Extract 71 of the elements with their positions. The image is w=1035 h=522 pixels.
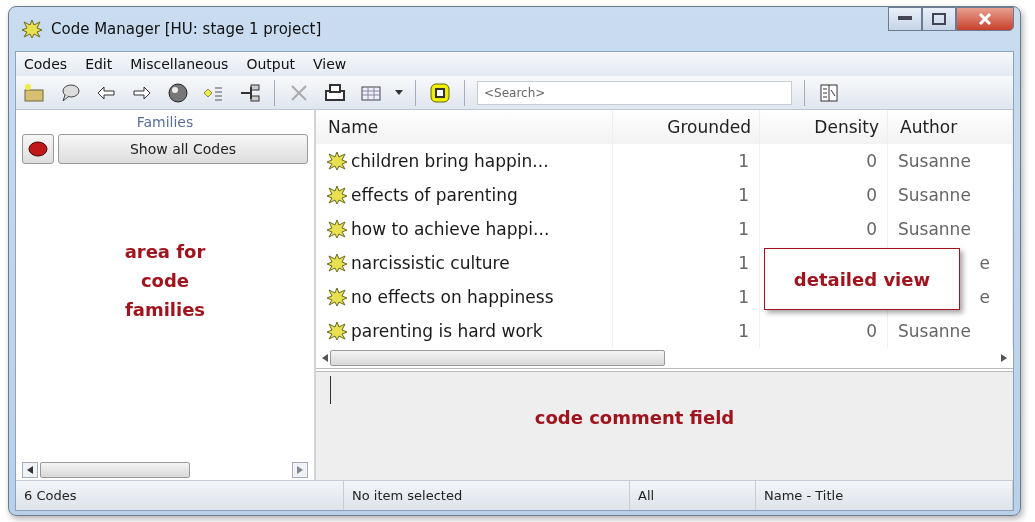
scroll-right-button[interactable]: [292, 462, 308, 478]
annotation: code comment field: [534, 406, 735, 430]
status-text: All: [638, 488, 655, 503]
density-count: 0: [866, 321, 877, 341]
caret-icon[interactable]: [395, 90, 403, 95]
code-name[interactable]: narcissistic culture: [351, 253, 510, 273]
column-header[interactable]: Name: [316, 110, 613, 144]
panel-icon[interactable]: [817, 81, 841, 104]
scroll-left-button[interactable]: [22, 462, 38, 478]
code-icon: [326, 219, 348, 239]
menu-item[interactable]: Codes: [24, 56, 68, 72]
author-name: e: [979, 253, 990, 273]
search-field[interactable]: <Search>: [477, 80, 792, 105]
oval-icon: [27, 140, 49, 158]
maximize-icon: [932, 13, 946, 25]
scrollbar-thumb[interactable]: [40, 462, 190, 478]
hierarchy-icon[interactable]: [238, 81, 262, 104]
column-header[interactable]: Density: [760, 110, 888, 144]
menu-item[interactable]: Edit: [85, 56, 113, 72]
code-name[interactable]: parenting is hard work: [351, 321, 543, 341]
window-title: Code Manager [HU: stage 1 project]: [51, 20, 323, 38]
grounded-count: 1: [738, 219, 749, 239]
code-name[interactable]: effects of parenting: [351, 185, 518, 205]
density-count: 0: [866, 185, 877, 205]
scroll-left-icon[interactable]: [322, 354, 328, 362]
author-name: Susanne: [898, 321, 971, 341]
density-count: 0: [866, 151, 877, 171]
code-icon: [21, 19, 43, 39]
grounded-count: 1: [738, 321, 749, 341]
menu-item[interactable]: View: [313, 56, 347, 72]
status-text: Name - Title: [764, 488, 844, 503]
scrollbar-thumb[interactable]: [330, 350, 665, 366]
minimize-button[interactable]: [888, 7, 922, 31]
code-icon: [326, 185, 348, 205]
callout: detailed view: [764, 248, 960, 310]
author-name: Susanne: [898, 219, 971, 239]
annotation: area for code families: [123, 240, 207, 322]
code-icon: [326, 253, 348, 273]
column-header[interactable]: Author: [888, 110, 1013, 144]
status-text: No item selected: [352, 488, 463, 503]
column-header[interactable]: Grounded: [613, 110, 760, 144]
author-name: Susanne: [898, 185, 971, 205]
code-icon: [326, 151, 348, 171]
grounded-count: 1: [738, 185, 749, 205]
right-arrow-icon: [297, 466, 303, 474]
print-icon[interactable]: [323, 81, 347, 104]
grounded-count: 1: [738, 151, 749, 171]
left-arrow-icon: [27, 466, 33, 474]
code-name[interactable]: children bring happin...: [351, 151, 549, 171]
close-icon: [978, 13, 992, 25]
square-icon[interactable]: [428, 81, 452, 104]
grounded-count: 1: [738, 287, 749, 307]
code-icon: [326, 287, 348, 307]
minimize-icon: [898, 16, 912, 22]
close-button[interactable]: [956, 7, 1014, 31]
menu-item[interactable]: Miscellaneous: [130, 56, 229, 72]
author-name: Susanne: [898, 151, 971, 171]
density-count: 0: [866, 219, 877, 239]
status-text: 6 Codes: [24, 488, 77, 503]
grounded-count: 1: [738, 253, 749, 273]
maximize-button[interactable]: [922, 7, 956, 31]
code-name[interactable]: how to achieve happi...: [351, 219, 550, 239]
author-name: e: [979, 287, 990, 307]
code-name[interactable]: no effects on happiness: [351, 287, 554, 307]
show-all-codes-button[interactable]: Show all Codes: [58, 134, 308, 164]
code-icon: [326, 321, 348, 341]
sphere-icon[interactable]: [166, 81, 190, 104]
scroll-right-icon[interactable]: [1001, 354, 1007, 362]
families-title: Families: [135, 113, 195, 132]
menu-item[interactable]: Output: [246, 56, 296, 72]
family-button[interactable]: [22, 134, 54, 164]
